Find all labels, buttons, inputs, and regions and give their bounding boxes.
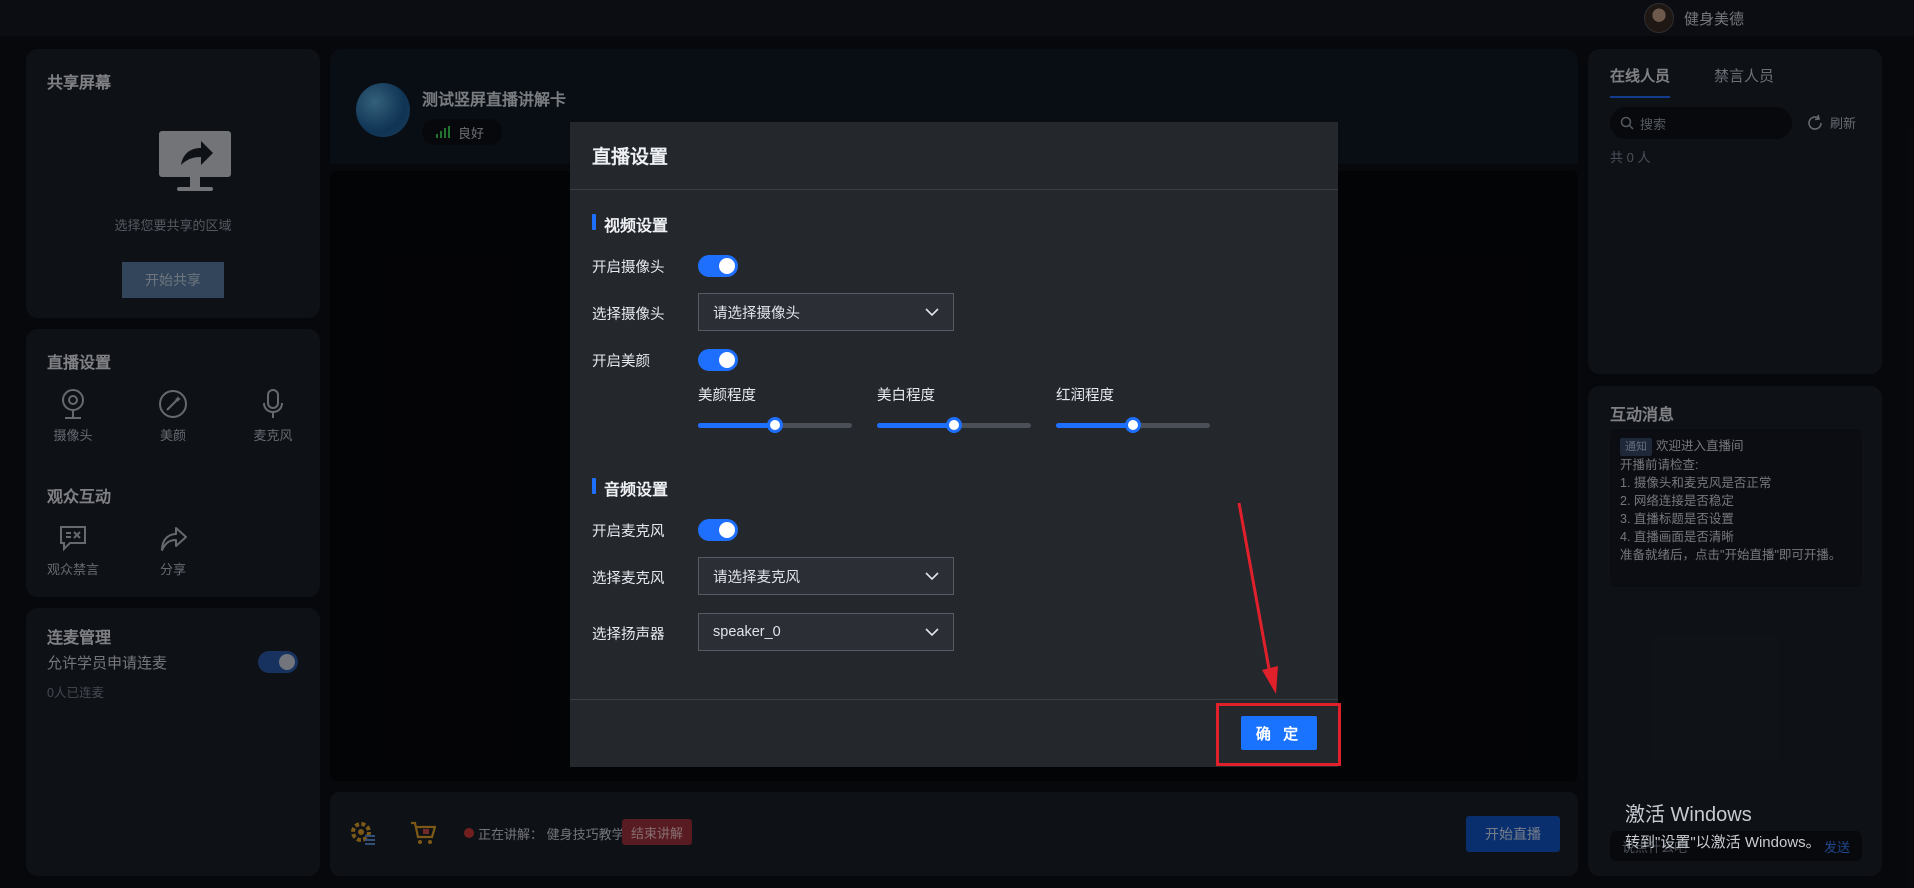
- mic-select[interactable]: 请选择麦克风: [698, 557, 954, 595]
- chevron-down-icon: [925, 308, 939, 316]
- slider-track[interactable]: [877, 417, 1031, 433]
- beauty-level-label: 美颜程度: [698, 388, 756, 404]
- mic-on-label: 开启麦克风: [592, 524, 665, 540]
- watermark-line2: 转到"设置"以激活 Windows。: [1625, 834, 1821, 851]
- slider-handle[interactable]: [1125, 417, 1141, 433]
- speaker-select-label: 选择扬声器: [592, 627, 665, 643]
- whitening-level-label: 美白程度: [877, 388, 935, 404]
- speaker-select[interactable]: speaker_0: [698, 613, 954, 651]
- watermark-line1: 激活 Windows: [1625, 804, 1752, 826]
- video-section-title: 视频设置: [592, 212, 668, 236]
- live-settings-dialog: 直播设置 视频设置 开启摄像头 选择摄像头 请选择摄像头 开启美颜 美颜程度 美…: [570, 122, 1338, 767]
- camera-select[interactable]: 请选择摄像头: [698, 293, 954, 331]
- slider-fill: [877, 423, 954, 428]
- chevron-down-icon: [925, 572, 939, 580]
- chevron-down-icon: [925, 628, 939, 636]
- beauty-on-label: 开启美颜: [592, 354, 650, 370]
- slider-fill: [698, 423, 775, 428]
- camera-on-label: 开启摄像头: [592, 260, 665, 276]
- camera-select-value: 请选择摄像头: [713, 305, 800, 322]
- beauty-toggle[interactable]: [698, 349, 738, 371]
- slider-track[interactable]: [1056, 417, 1210, 433]
- camera-select-label: 选择摄像头: [592, 307, 665, 323]
- slider-handle[interactable]: [767, 417, 783, 433]
- camera-toggle[interactable]: [698, 255, 738, 277]
- rosy-level-slider[interactable]: 红润程度: [1056, 384, 1212, 433]
- slider-track[interactable]: [698, 417, 852, 433]
- slider-fill: [1056, 423, 1133, 428]
- slider-handle[interactable]: [946, 417, 962, 433]
- speaker-select-value: speaker_0: [713, 624, 781, 640]
- mic-select-value: 请选择麦克风: [713, 569, 800, 586]
- mic-toggle[interactable]: [698, 519, 738, 541]
- windows-activation-watermark: 激活 Windows 转到"设置"以激活 Windows。: [1625, 798, 1821, 852]
- beauty-level-slider[interactable]: 美颜程度: [698, 384, 854, 433]
- rosy-level-label: 红润程度: [1056, 388, 1114, 404]
- whitening-level-slider[interactable]: 美白程度: [877, 384, 1033, 433]
- mic-select-label: 选择麦克风: [592, 571, 665, 587]
- dialog-title: 直播设置: [570, 122, 1338, 190]
- audio-section-title: 音频设置: [592, 476, 668, 500]
- highlight-box: [1216, 703, 1341, 766]
